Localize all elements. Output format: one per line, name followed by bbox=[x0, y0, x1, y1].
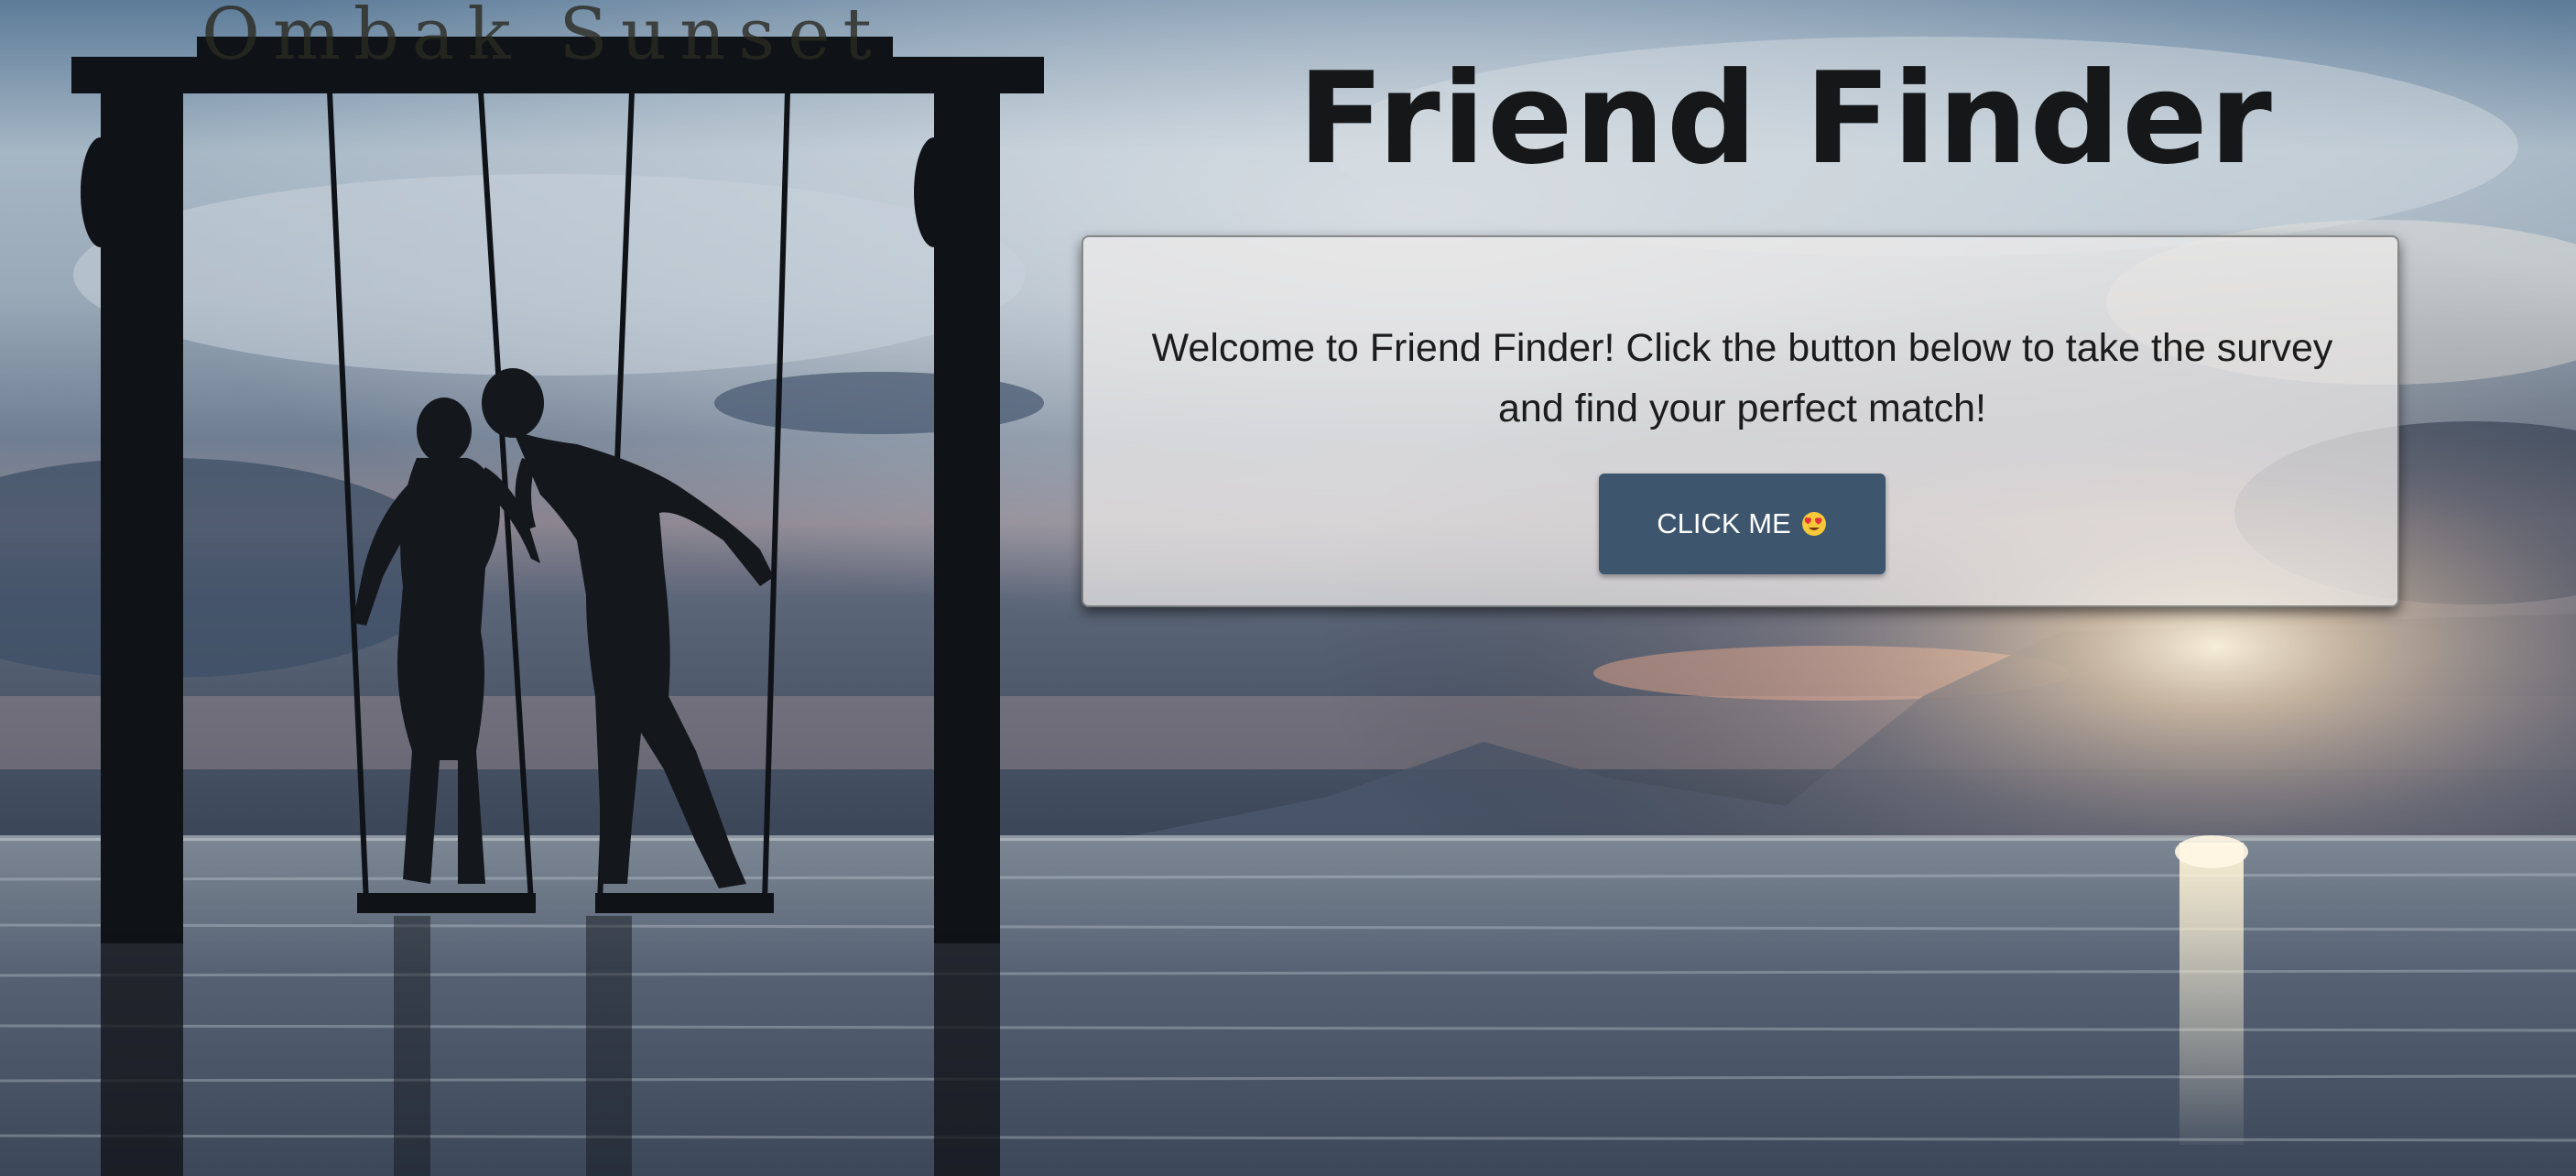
page-title: Friend Finder bbox=[1298, 45, 2274, 192]
click-me-button[interactable]: CLICK ME bbox=[1599, 474, 1886, 574]
click-me-label: CLICK ME bbox=[1657, 507, 1791, 539]
heart-eyes-emoji-icon bbox=[1801, 512, 1826, 536]
welcome-message: Welcome to Friend Finder! Click the butt… bbox=[1151, 326, 2333, 430]
svg-text:Ombak Sunset: Ombak Sunset bbox=[201, 0, 885, 76]
welcome-card: Welcome to Friend Finder! Click the butt… bbox=[1081, 235, 2399, 607]
